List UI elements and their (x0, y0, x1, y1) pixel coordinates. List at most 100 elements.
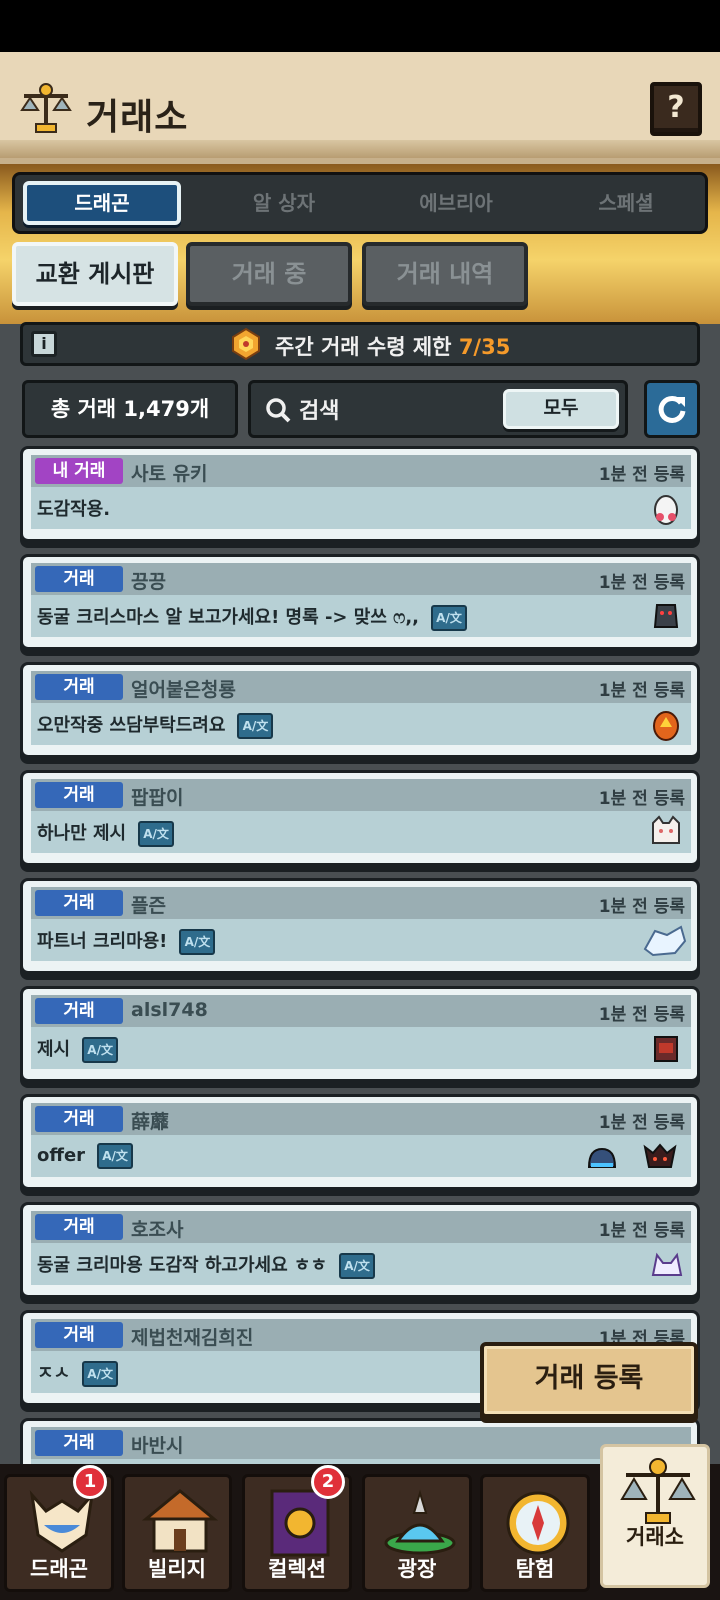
translate-icon[interactable]: A/文 (82, 1361, 119, 1387)
seller-name: 제법천재김희진 (131, 1327, 254, 1349)
trade-message-text: 도감작용. (37, 499, 111, 520)
trade-message-text: offer (37, 1145, 86, 1166)
tab-special[interactable]: 스페셜 (547, 181, 705, 225)
total-trades-count: 총 거래 1,479개 (22, 380, 238, 438)
trade-card-header: 거래 alsl748 1분 전 등록 (31, 995, 691, 1027)
seller-name: 끙끙 (131, 571, 166, 593)
trade-card[interactable]: 거래 alsl748 1분 전 등록 제시 A/文 (20, 986, 700, 1082)
nav-label: 탐험 (515, 1557, 555, 1581)
notification-badge: 1 (73, 1465, 107, 1499)
nav-label: 드래곤 (30, 1557, 88, 1581)
egg-icon (654, 495, 678, 525)
trade-card-body: 파트너 크리마용! A/文 (31, 919, 691, 961)
trade-card[interactable]: 거래 끙끙 1분 전 등록 동굴 크리스마스 알 보고가세요! 명록 -> 맞쓰… (20, 554, 700, 650)
info-icon[interactable]: i (31, 331, 57, 357)
trade-message: 하나만 제시 A/文 (37, 819, 175, 847)
weekly-limit-text: 주간 거래 수령 제한 7/35 (275, 331, 510, 361)
notification-badge: 2 (311, 1465, 345, 1499)
trade-tag: 거래 (35, 998, 123, 1024)
nav-dragon[interactable]: 1 드래곤 (4, 1465, 114, 1592)
trade-card-header: 거래 호조사 1분 전 등록 (31, 1211, 691, 1243)
trade-card[interactable]: 거래 팝팝이 1분 전 등록 하나만 제시 A/文 (20, 770, 700, 866)
trade-card[interactable]: 거래 얼어붙은청룡 1분 전 등록 오만작중 쓰담부탁드려요 A/文 (20, 662, 700, 758)
trade-card-header: 거래 끙끙 1분 전 등록 (31, 563, 691, 595)
refresh-button[interactable] (644, 380, 700, 438)
compass-icon (506, 1491, 570, 1555)
seller-name: alsl748 (131, 999, 208, 1021)
trade-tag: 거래 (35, 1430, 123, 1456)
trade-tag: 거래 (35, 782, 123, 808)
trade-tag: 거래 (35, 1214, 123, 1240)
seller-name: 팝팝이 (131, 787, 184, 809)
translate-icon[interactable]: A/文 (431, 605, 468, 631)
weekly-limit-label: 주간 거래 수령 제한 (275, 335, 452, 359)
trade-time: 1분 전 등록 (598, 789, 685, 809)
trade-tag: 거래 (35, 566, 123, 592)
category-tabs: 드래곤 알 상자 에브리아 스페셜 (12, 172, 708, 234)
translate-icon[interactable]: A/文 (179, 929, 216, 955)
trade-message: offer A/文 (37, 1143, 134, 1169)
translate-icon[interactable]: A/文 (339, 1253, 376, 1279)
dark-dragon-icon (653, 604, 679, 628)
tab-everia[interactable]: 에브리아 (377, 181, 535, 225)
fountain-icon (384, 1489, 456, 1555)
trade-card[interactable]: 거래 플즌 1분 전 등록 파트너 크리마용! A/文 (20, 878, 700, 974)
my-trade-tag: 내 거래 (35, 458, 123, 484)
trade-message-text: ㅈㅅ (37, 1363, 71, 1384)
trade-card-header: 거래 薛蘼 1분 전 등록 (31, 1103, 691, 1135)
trade-time: 1분 전 등록 (598, 573, 685, 593)
trade-message-text: 오만작중 쓰담부탁드려요 (37, 715, 226, 736)
trade-card-header: 거래 바반시 (31, 1427, 691, 1459)
subtab-trading[interactable]: 거래 중 (186, 242, 352, 306)
trade-card-header: 거래 팝팝이 1분 전 등록 (31, 779, 691, 811)
trade-time: 1분 전 등록 (598, 1005, 685, 1025)
trade-card-body: 오만작중 쓰담부탁드려요 A/文 (31, 703, 691, 745)
translate-icon[interactable]: A/文 (237, 713, 274, 739)
register-trade-button[interactable]: 거래 등록 (480, 1342, 698, 1418)
help-button[interactable]: ? (650, 82, 702, 136)
trade-message-text: 동굴 크리마용 도감작 하고가세요 ㅎㅎ (37, 1255, 328, 1276)
medal-icon (232, 327, 260, 361)
subtab-exchange-board[interactable]: 교환 게시판 (12, 242, 178, 306)
tab-egg-box[interactable]: 알 상자 (205, 181, 363, 225)
trade-card-body: 동굴 크리스마스 알 보고가세요! 명록 -> 맞쓰 ෆ,, A/文 (31, 595, 691, 637)
trade-message: 오만작중 쓰담부탁드려요 A/文 (37, 711, 274, 739)
weekly-limit-value: 7/35 (458, 335, 511, 359)
trade-card[interactable]: 거래 薛蘼 1분 전 등록 offer A/文 (20, 1094, 700, 1190)
seller-name: 호조사 (131, 1219, 184, 1241)
translate-icon[interactable]: A/文 (82, 1037, 119, 1063)
nav-explore[interactable]: 탐험 (480, 1474, 590, 1592)
trade-card[interactable]: 내 거래 사토 유키 1분 전 등록 도감작용. (20, 446, 700, 542)
trade-card-body: 제시 A/文 (31, 1027, 691, 1069)
search-bar[interactable]: 검색 모두 (248, 380, 628, 438)
trade-tag: 거래 (35, 1106, 123, 1132)
status-bar (0, 0, 720, 52)
nav-collection[interactable]: 2 컬렉션 (242, 1465, 352, 1592)
trade-time: 1분 전 등록 (598, 1113, 685, 1133)
filter-all-button[interactable]: 모두 (503, 389, 619, 429)
translate-icon[interactable]: A/文 (97, 1143, 134, 1169)
trade-message: 동굴 크리스마스 알 보고가세요! 명록 -> 맞쓰 ෆ,, A/文 (37, 603, 468, 631)
tab-dragon[interactable]: 드래곤 (23, 181, 181, 225)
trade-message: 제시 A/文 (37, 1035, 119, 1063)
trade-message-text: 동굴 크리스마스 알 보고가세요! 명록 -> 맞쓰 ෆ,, (37, 607, 420, 628)
subtab-history[interactable]: 거래 내역 (362, 242, 528, 306)
trade-card-header: 거래 플즌 1분 전 등록 (31, 887, 691, 919)
nav-plaza[interactable]: 광장 (362, 1474, 472, 1592)
white-cat-icon (652, 815, 680, 844)
trade-card-header: 내 거래 사토 유키 1분 전 등록 (31, 455, 691, 487)
nav-label: 거래소 (626, 1525, 684, 1549)
trade-message-text: 하나만 제시 (37, 823, 127, 844)
nav-exchange[interactable]: 거래소 (600, 1444, 710, 1588)
seller-name: 薛蘼 (131, 1111, 170, 1133)
search-icon (266, 398, 291, 423)
search-input[interactable]: 검색 (299, 393, 339, 425)
translate-icon[interactable]: A/文 (138, 821, 175, 847)
bottom-nav: 1 드래곤 빌리지 2 컬렉션 광장 탐험 거래소 (0, 1444, 720, 1600)
refresh-icon (658, 395, 686, 423)
nav-village[interactable]: 빌리지 (122, 1474, 232, 1592)
trade-card[interactable]: 거래 호조사 1분 전 등록 동굴 크리마용 도감작 하고가세요 ㅎㅎ A/文 (20, 1202, 700, 1298)
seller-name: 바반시 (131, 1435, 184, 1457)
red-box-icon (654, 1036, 678, 1062)
purple-fox-icon (651, 1252, 683, 1276)
